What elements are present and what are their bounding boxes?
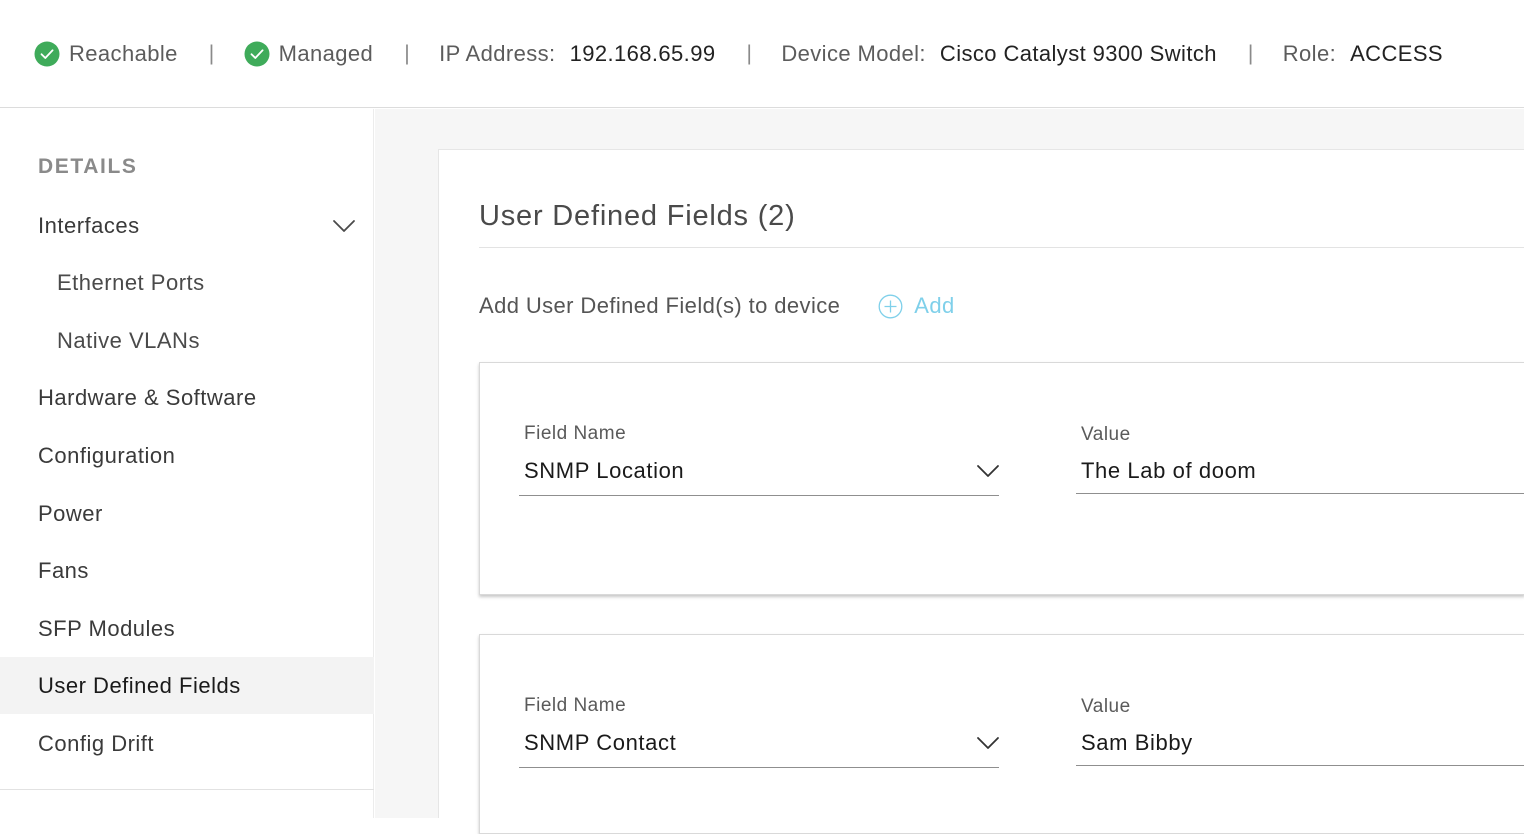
field-name-value: SNMP Location [524,458,685,483]
add-field-button[interactable]: Add [878,293,954,319]
main-content: User Defined Fields (2) Add User Defined… [375,109,1524,834]
sidebar-item-label: User Defined Fields [38,672,241,698]
separator: | [404,41,411,65]
value-input[interactable]: The Lab of doom [1076,449,1524,495]
add-button-label: Add [914,293,955,318]
chevron-down-icon[interactable] [332,214,356,238]
device-model-label: Device Model: [781,40,926,66]
managed-label: Managed [278,40,374,66]
sidebar-item-config-drift[interactable]: Config Drift [0,715,374,772]
field-card: Field Name SNMP Location Value The Lab o… [479,362,1524,595]
sidebar-item-label: Fans [38,557,89,583]
page-title: User Defined Fields (2) [479,200,796,232]
sidebar-item-label: Hardware & Software [38,384,257,410]
ip-address-value: 192.168.65.99 [569,40,716,66]
value-text: The Lab of doom [1081,458,1257,483]
value-text: Sam Bibby [1081,730,1193,755]
sidebar-item-user-defined-fields[interactable]: User Defined Fields [0,657,374,714]
sidebar-item-ethernet-ports[interactable]: Ethernet Ports [0,254,374,311]
check-circle-icon [34,41,60,66]
managed-status: Managed [244,41,374,67]
sidebar-item-label: SFP Modules [38,615,176,641]
field-underline [519,495,999,496]
separator: | [208,41,215,65]
divider [0,789,374,790]
sidebar-item-label: Ethernet Ports [57,269,205,295]
field-name-label: Field Name [524,423,627,444]
field-underline [1076,765,1524,766]
field-name-select[interactable]: SNMP Contact [519,721,999,769]
add-field-row: Add User Defined Field(s) to device Add [479,293,955,319]
reachable-label: Reachable [69,40,178,66]
sidebar-item-interfaces[interactable]: Interfaces [0,197,374,254]
value-input[interactable]: Sam Bibby [1076,721,1524,767]
check-circle-icon [244,41,270,66]
details-sidebar: DETAILS Interfaces Ethernet Ports Native… [0,109,374,818]
chevron-down-icon [977,737,999,749]
ip-address-label: IP Address: [439,40,556,66]
sidebar-item-native-vlans[interactable]: Native VLANs [0,312,374,369]
reachable-status: Reachable [34,41,178,67]
value-label: Value [1081,424,1131,445]
sidebar-item-label: Config Drift [38,730,155,756]
separator: | [1247,41,1254,65]
sidebar-item-fans[interactable]: Fans [0,542,374,599]
user-defined-fields-panel: User Defined Fields (2) Add User Defined… [438,149,1524,834]
field-underline [1076,493,1524,494]
device-status-bar: Reachable | Managed | IP Address: 192.16… [0,0,1524,108]
field-name-value: SNMP Contact [524,730,677,755]
plus-circle-icon[interactable] [878,294,903,319]
sidebar-item-label: Configuration [38,442,176,468]
sidebar-item-hardware-software[interactable]: Hardware & Software [0,369,374,426]
device-model-value: Cisco Catalyst 9300 Switch [939,40,1217,66]
device-model: Device Model: Cisco Catalyst 9300 Switch [781,41,1217,67]
field-card: Field Name SNMP Contact Value Sam Bibby [479,634,1524,834]
field-underline [519,767,999,768]
sidebar-item-sfp-modules[interactable]: SFP Modules [0,600,374,657]
field-name-label: Field Name [524,695,627,716]
divider [479,247,1524,248]
sidebar-item-label: Power [38,500,103,526]
sidebar-item-label: Native VLANs [57,327,200,353]
value-label: Value [1081,696,1131,717]
role-label: Role: [1282,40,1337,66]
sidebar-heading: DETAILS [38,155,138,178]
sidebar-item-configuration[interactable]: Configuration [0,427,374,484]
role-value: ACCESS [1350,40,1443,66]
add-field-prompt: Add User Defined Field(s) to device [479,293,841,318]
field-name-select[interactable]: SNMP Location [519,449,999,497]
chevron-down-icon [977,465,999,477]
sidebar-item-power[interactable]: Power [0,485,374,542]
separator: | [746,41,753,65]
ip-address: IP Address: 192.168.65.99 [439,41,715,67]
device-role: Role: ACCESS [1283,41,1443,67]
sidebar-item-label: Interfaces [38,212,140,238]
